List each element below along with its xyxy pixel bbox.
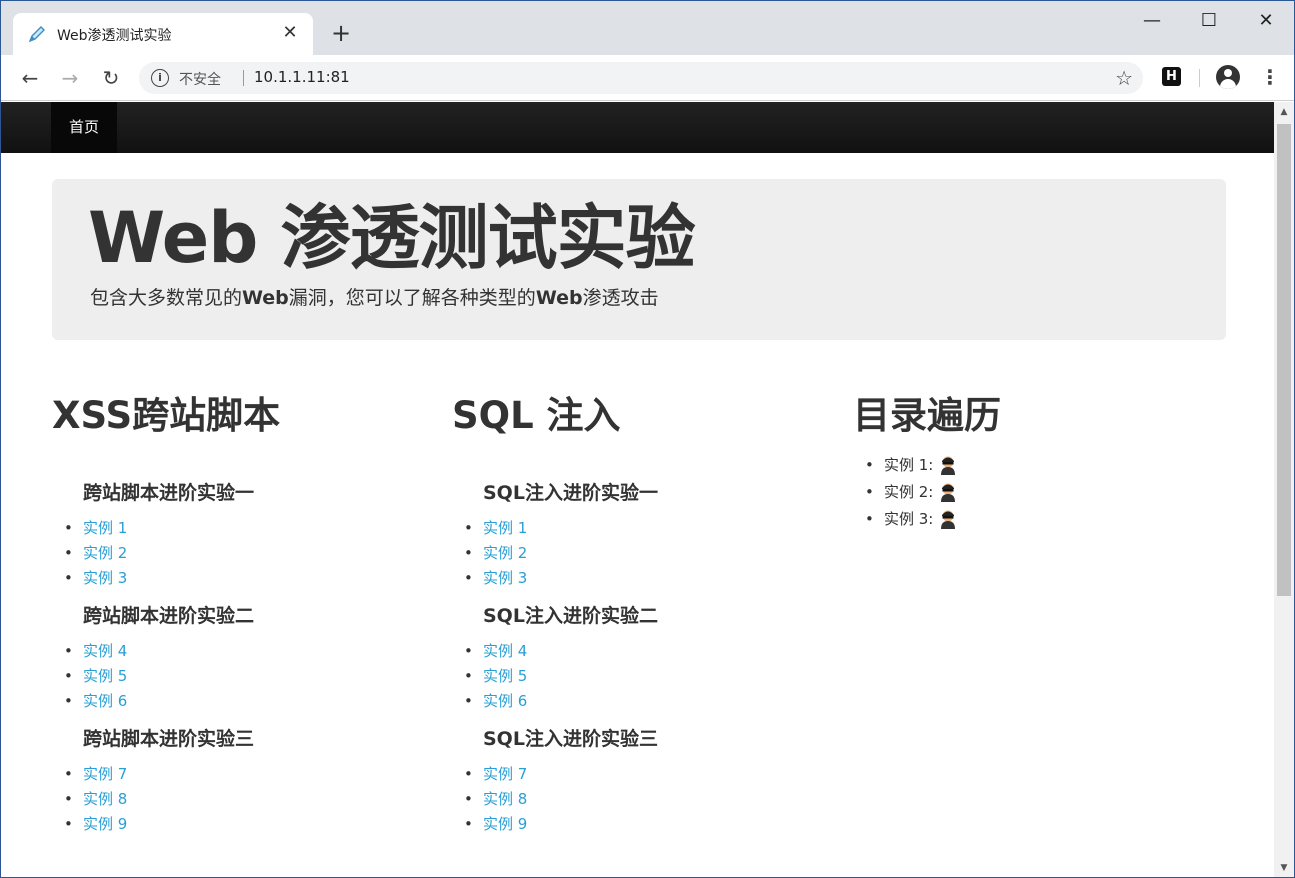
list-item: 实例 1:	[865, 452, 1233, 479]
list-item: 实例 6	[464, 689, 832, 714]
address-bar[interactable]: i 不安全 10.1.1.11:81 ☆	[139, 62, 1143, 94]
example-link[interactable]: 实例 3	[483, 569, 527, 587]
sql-group-list: 实例 4 实例 5 实例 6	[464, 639, 832, 714]
tab-strip: Web渗透测试实验 ✕ + — ☐ ✕	[1, 1, 1294, 55]
page-title: Web 渗透测试实验	[88, 197, 696, 279]
browser-toolbar: ← → ↻ i 不安全 10.1.1.11:81 ☆	[1, 55, 1294, 101]
xss-group-list: 实例 7 实例 8 实例 9	[64, 762, 432, 837]
example-link[interactable]: 实例 4	[483, 642, 527, 660]
list-item: 实例 4	[464, 639, 832, 664]
info-icon[interactable]: i	[151, 69, 169, 87]
list-item: 实例 5	[64, 664, 432, 689]
list-item: 实例 3	[64, 566, 432, 591]
sql-group-title: SQL注入进阶实验一	[483, 482, 658, 504]
sql-group-title: SQL注入进阶实验三	[483, 728, 658, 750]
page-viewport: 首页 Web 渗透测试实验 包含大多数常见的Web漏洞，您可以了解各种类型的We…	[1, 102, 1274, 877]
list-item: 实例 6	[64, 689, 432, 714]
example-link[interactable]: 实例 7	[83, 765, 127, 783]
example-link[interactable]: 实例 8	[483, 790, 527, 808]
list-item: 实例 7	[64, 762, 432, 787]
nav-home-link[interactable]: 首页	[51, 102, 118, 153]
xss-group-list: 实例 1 实例 2 实例 3	[64, 516, 432, 591]
toolbar-divider	[1199, 69, 1200, 87]
maximize-button[interactable]: ☐	[1186, 7, 1232, 35]
xss-heading: XSS跨站脚本	[52, 394, 281, 437]
dir-heading: 目录遍历	[853, 394, 1001, 437]
example-link[interactable]: 实例 2	[83, 544, 127, 562]
dir-item-label: 实例 1:	[884, 456, 934, 474]
more-menu-icon[interactable]: ⋮	[1260, 65, 1280, 89]
example-link[interactable]: 实例 1	[483, 519, 527, 537]
sql-heading: SQL 注入	[452, 394, 621, 437]
security-status[interactable]: 不安全	[179, 69, 221, 89]
list-item: 实例 4	[64, 639, 432, 664]
dir-item-label: 实例 3:	[884, 510, 934, 528]
jumbotron: Web 渗透测试实验 包含大多数常见的Web漏洞，您可以了解各种类型的Web渗透…	[52, 179, 1226, 340]
example-link[interactable]: 实例 6	[483, 692, 527, 710]
list-item: 实例 3:	[865, 506, 1233, 533]
omnibox-divider	[243, 70, 244, 86]
xss-column: XSS跨站脚本 跨站脚本进阶实验一 实例 1 实例 2 实例 3 跨站脚本进阶实…	[52, 392, 432, 837]
list-item: 实例 1	[64, 516, 432, 541]
hacker-avatar-icon[interactable]	[939, 455, 957, 475]
sql-column: SQL 注入 SQL注入进阶实验一 实例 1 实例 2 实例 3 SQL注入进阶…	[452, 392, 832, 837]
dir-list: 实例 1: 实例 2: 实例 3:	[865, 452, 1233, 533]
bookmark-star-icon[interactable]: ☆	[1115, 66, 1133, 90]
example-link[interactable]: 实例 9	[483, 815, 527, 833]
example-link[interactable]: 实例 2	[483, 544, 527, 562]
list-item: 实例 7	[464, 762, 832, 787]
vertical-scrollbar[interactable]: ▲ ▼	[1274, 102, 1294, 877]
list-item: 实例 2	[464, 541, 832, 566]
close-window-button[interactable]: ✕	[1243, 7, 1289, 35]
example-link[interactable]: 实例 9	[83, 815, 127, 833]
xss-group-title: 跨站脚本进阶实验三	[83, 728, 255, 750]
forward-arrow-icon[interactable]: →	[57, 65, 83, 91]
dir-item-label: 实例 2:	[884, 483, 934, 501]
scroll-down-arrow-icon[interactable]: ▼	[1274, 860, 1294, 876]
profile-icon[interactable]	[1216, 65, 1240, 89]
list-item: 实例 2:	[865, 479, 1233, 506]
list-item: 实例 2	[64, 541, 432, 566]
browser-tab[interactable]: Web渗透测试实验 ✕	[13, 13, 313, 55]
close-tab-icon[interactable]: ✕	[279, 22, 301, 44]
minimize-button[interactable]: —	[1129, 7, 1175, 35]
page-subtitle: 包含大多数常见的Web漏洞，您可以了解各种类型的Web渗透攻击	[90, 287, 659, 309]
xss-group-title: 跨站脚本进阶实验一	[83, 482, 255, 504]
hacker-avatar-icon[interactable]	[939, 482, 957, 502]
pencil-icon	[28, 26, 45, 43]
url-text[interactable]: 10.1.1.11:81	[254, 68, 350, 86]
back-arrow-icon[interactable]: ←	[17, 65, 43, 91]
list-item: 实例 9	[464, 812, 832, 837]
top-navbar: 首页	[1, 102, 1274, 153]
sql-group-title: SQL注入进阶实验二	[483, 605, 658, 627]
example-link[interactable]: 实例 5	[83, 667, 127, 685]
browser-window: Web渗透测试实验 ✕ + — ☐ ✕ ← → ↻ i 不安全 10.1.1.1…	[0, 0, 1295, 878]
example-link[interactable]: 实例 5	[483, 667, 527, 685]
extension-icon[interactable]: H	[1162, 67, 1181, 86]
sql-group-list: 实例 1 实例 2 实例 3	[464, 516, 832, 591]
list-item: 实例 3	[464, 566, 832, 591]
dir-column: 目录遍历 实例 1: 实例 2: 实例 3:	[853, 392, 1233, 533]
list-item: 实例 9	[64, 812, 432, 837]
scroll-thumb[interactable]	[1277, 124, 1291, 596]
tab-title: Web渗透测试实验	[57, 28, 172, 44]
example-link[interactable]: 实例 4	[83, 642, 127, 660]
reload-icon[interactable]: ↻	[98, 65, 124, 91]
scroll-up-arrow-icon[interactable]: ▲	[1274, 104, 1294, 120]
example-link[interactable]: 实例 8	[83, 790, 127, 808]
list-item: 实例 8	[64, 787, 432, 812]
xss-group-title: 跨站脚本进阶实验二	[83, 605, 255, 627]
example-link[interactable]: 实例 1	[83, 519, 127, 537]
list-item: 实例 8	[464, 787, 832, 812]
xss-group-list: 实例 4 实例 5 实例 6	[64, 639, 432, 714]
hacker-avatar-icon[interactable]	[939, 509, 957, 529]
list-item: 实例 1	[464, 516, 832, 541]
example-link[interactable]: 实例 3	[83, 569, 127, 587]
new-tab-button[interactable]: +	[327, 19, 355, 47]
sql-group-list: 实例 7 实例 8 实例 9	[464, 762, 832, 837]
example-link[interactable]: 实例 6	[83, 692, 127, 710]
list-item: 实例 5	[464, 664, 832, 689]
example-link[interactable]: 实例 7	[483, 765, 527, 783]
